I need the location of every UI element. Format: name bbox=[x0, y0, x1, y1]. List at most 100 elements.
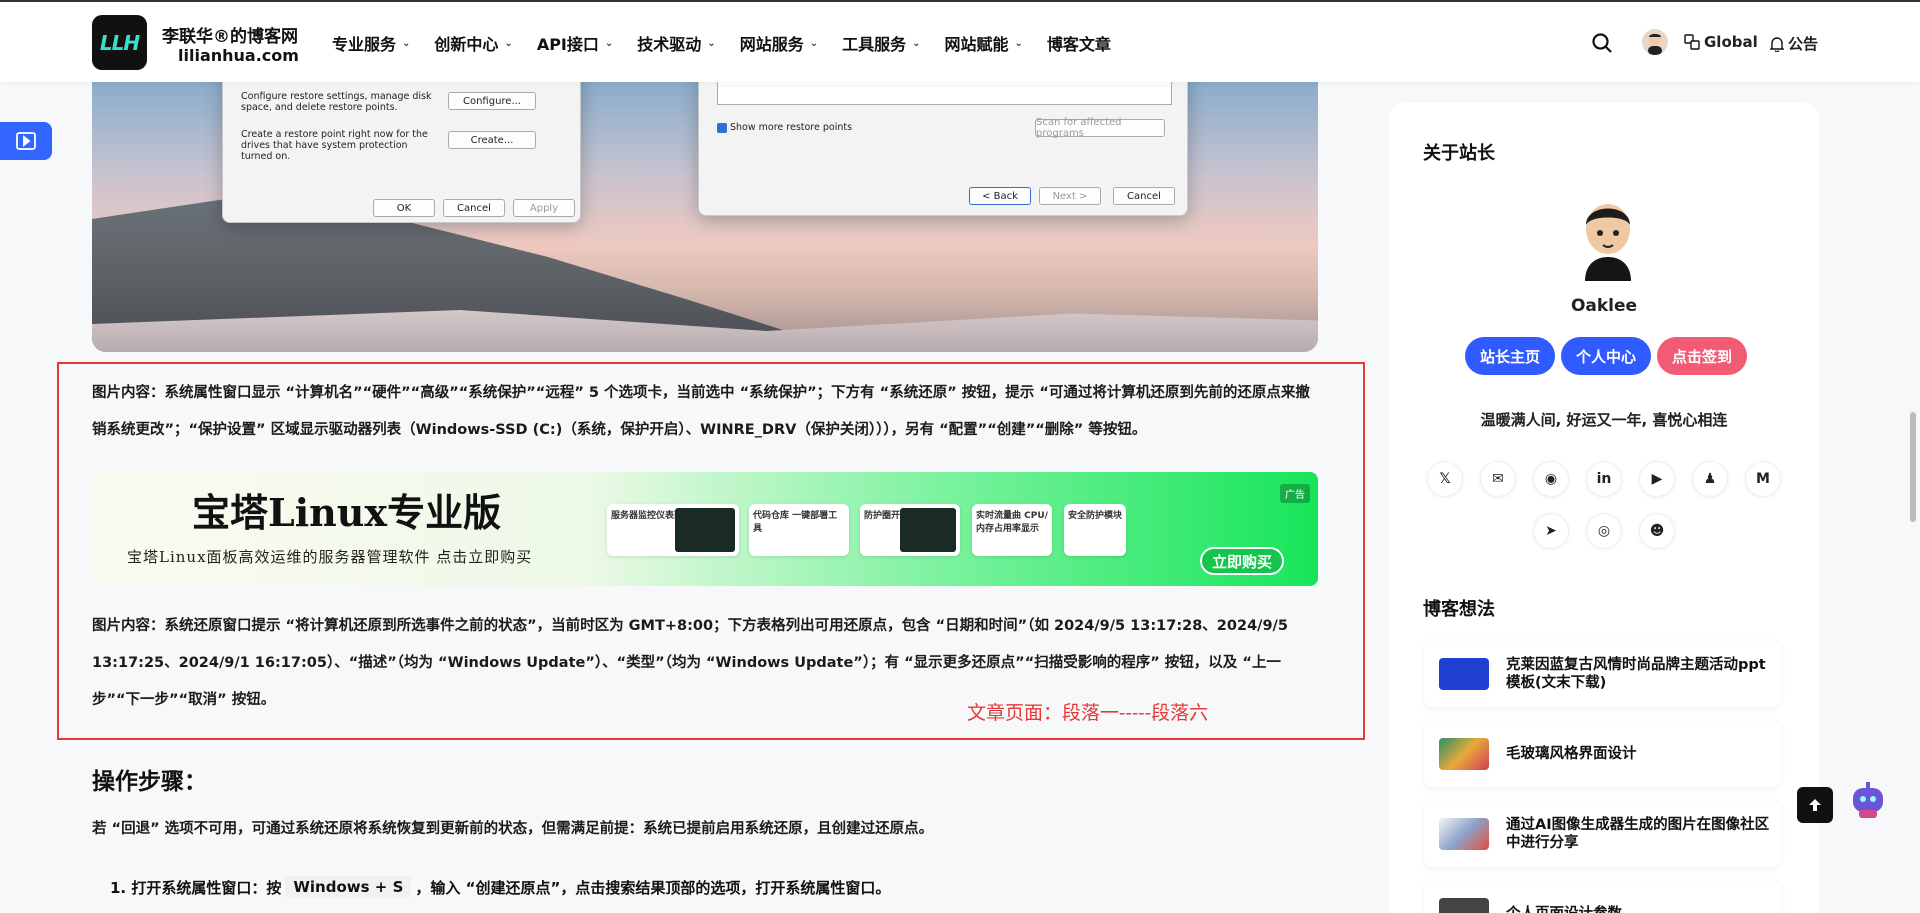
ok-button[interactable]: OK bbox=[373, 199, 435, 217]
nav-label: API接口 bbox=[536, 35, 599, 54]
nav-item-enable[interactable]: 网站赋能 ⌄ bbox=[945, 31, 1023, 55]
notice-link[interactable]: 公告 bbox=[1770, 33, 1818, 54]
nav-label: 技术驱动 bbox=[637, 35, 702, 54]
chevron-down-icon: ⌄ bbox=[809, 37, 819, 49]
ad-card-monitor: 服务器监控仪表面 bbox=[607, 504, 739, 556]
nav-item-innovation[interactable]: 创新中心 ⌄ bbox=[434, 31, 512, 55]
system-properties-dialog: Configure restore settings, manage disk … bbox=[222, 66, 581, 223]
nav-item-tech[interactable]: 技术驱动 ⌄ bbox=[637, 31, 715, 55]
post-thumbnail bbox=[1439, 818, 1489, 850]
blog-ideas-title: 博客想法 bbox=[1423, 599, 1495, 620]
next-button[interactable]: Next > bbox=[1039, 187, 1101, 205]
qq-icon[interactable]: ♟ bbox=[1692, 461, 1728, 497]
chevron-down-icon: ⌄ bbox=[707, 37, 716, 49]
ad-title: 宝塔Linux专业版 bbox=[192, 490, 502, 535]
apply-button[interactable]: Apply bbox=[513, 199, 575, 217]
back-to-top-button[interactable] bbox=[1797, 787, 1833, 823]
ad-banner[interactable]: 宝塔Linux专业版 宝塔Linux面板高效运维的服务器管理软件 点击立即购买 … bbox=[92, 472, 1318, 586]
author-buttons: 站长主页 个人中心 点击签到 bbox=[1465, 337, 1748, 375]
header-actions: Global 公告 bbox=[1590, 29, 1818, 55]
bell-icon bbox=[1770, 36, 1784, 52]
search-icon[interactable] bbox=[1590, 31, 1614, 55]
post-thumbnail bbox=[1439, 738, 1489, 770]
author-avatar[interactable] bbox=[1577, 195, 1639, 281]
post-card[interactable]: 克莱因蓝复古风情时尚品牌主题活动ppt模板(文末下载) bbox=[1424, 641, 1781, 707]
site-logo[interactable]: LLH bbox=[92, 15, 147, 70]
ad-tag: 广告 bbox=[1280, 484, 1310, 503]
screen-icon bbox=[900, 508, 956, 552]
medium-icon[interactable]: M bbox=[1745, 461, 1781, 497]
arrow-up-icon bbox=[1809, 799, 1821, 811]
nav-item-api[interactable]: API接口 ⌄ bbox=[537, 31, 613, 55]
site-domain[interactable]: lilianhua.com bbox=[178, 46, 299, 65]
user-avatar[interactable] bbox=[1642, 29, 1668, 55]
ad-card-guard: 防护圈开关 bbox=[860, 504, 960, 556]
chevron-down-icon: ⌄ bbox=[402, 37, 411, 49]
nav-item-blog[interactable]: 博客文章 bbox=[1047, 31, 1111, 55]
step-1: 1. 打开系统属性窗口：按 Windows + S ，输入 “创建还原点”，点击… bbox=[110, 876, 890, 898]
logo-text: LLH bbox=[99, 30, 140, 55]
floating-play-tab[interactable] bbox=[0, 122, 52, 160]
page-scrollbar[interactable] bbox=[1910, 412, 1916, 522]
play-icon bbox=[16, 132, 36, 150]
configure-text: Configure restore settings, manage disk … bbox=[241, 91, 432, 113]
youtube-icon[interactable]: ▶ bbox=[1639, 461, 1675, 497]
ad-card-label: 代码仓库 一键部署工具 bbox=[753, 511, 838, 534]
nav-label: 工具服务 bbox=[842, 35, 907, 54]
create-button[interactable]: Create... bbox=[448, 131, 536, 149]
telegram-icon[interactable]: ➤ bbox=[1533, 513, 1569, 549]
ad-card-label: 服务器监控仪表面 bbox=[611, 511, 684, 521]
post-thumbnail bbox=[1439, 898, 1489, 913]
post-card[interactable]: 个人页面设计参数 bbox=[1424, 881, 1781, 913]
post-card[interactable]: 通过AI图像生成器生成的图片在图像社区中进行分享 bbox=[1424, 801, 1781, 867]
chevron-down-icon: ⌄ bbox=[912, 37, 921, 49]
language-switch[interactable]: Global bbox=[1684, 33, 1758, 51]
nav-label: 网站服务 bbox=[739, 35, 804, 54]
homepage-button[interactable]: 站长主页 bbox=[1465, 337, 1556, 375]
ad-subtitle: 宝塔Linux面板高效运维的服务器管理软件 点击立即购买 bbox=[127, 548, 533, 566]
post-thumbnail bbox=[1439, 658, 1489, 690]
step-1-prefix: 1. 打开系统属性窗口：按 bbox=[110, 878, 282, 897]
show-more-checkbox[interactable]: Show more restore points bbox=[717, 122, 852, 133]
x-icon[interactable]: 𝕏 bbox=[1427, 461, 1463, 497]
post-title: 个人页面设计参数 bbox=[1506, 905, 1632, 913]
mail-icon[interactable]: ✉ bbox=[1480, 461, 1516, 497]
ad-card-label: 安全防护模块 bbox=[1068, 511, 1123, 521]
post-title: 通过AI图像生成器生成的图片在图像社区中进行分享 bbox=[1506, 817, 1770, 851]
chart-icon bbox=[675, 508, 735, 552]
chevron-down-icon: ⌄ bbox=[1014, 37, 1023, 49]
nav-item-pro-service[interactable]: 专业服务 ⌄ bbox=[332, 31, 410, 55]
site-name[interactable]: 李联华®的博客网 bbox=[162, 22, 298, 47]
ad-buy-button[interactable]: 立即购买 bbox=[1200, 547, 1284, 575]
translate-icon bbox=[1684, 34, 1700, 50]
checkin-button[interactable]: 点击签到 bbox=[1657, 337, 1748, 375]
chevron-down-icon: ⌄ bbox=[504, 37, 513, 49]
main-nav: 专业服务 ⌄ 创新中心 ⌄ API接口 ⌄ 技术驱动 ⌄ 网站服务 ⌄ 工具服务 ⌄ 网站赋… bbox=[332, 31, 1135, 55]
linkedin-icon[interactable]: in bbox=[1586, 461, 1622, 497]
show-more-label: Show more restore points bbox=[730, 122, 853, 133]
cancel-button[interactable]: Cancel bbox=[443, 199, 505, 217]
post-title: 毛玻璃风格界面设计 bbox=[1506, 746, 1637, 762]
nav-item-tools[interactable]: 工具服务 ⌄ bbox=[842, 31, 920, 55]
nav-label: 专业服务 bbox=[332, 35, 397, 54]
about-title: 关于站长 bbox=[1423, 143, 1495, 164]
restore-cancel-button[interactable]: Cancel bbox=[1113, 187, 1175, 205]
chatbot-icon[interactable] bbox=[1849, 780, 1887, 820]
nav-item-web-service[interactable]: 网站服务 ⌄ bbox=[740, 31, 818, 55]
shortcut-key: Windows + S bbox=[285, 876, 412, 898]
ad-card-traffic: 实时流量曲 CPU/内存占用率显示 bbox=[972, 504, 1052, 556]
system-restore-dialog: Show more restore points Scan for affect… bbox=[698, 66, 1188, 216]
article-image: Configure restore settings, manage disk … bbox=[92, 66, 1318, 352]
group-icon[interactable]: ☻ bbox=[1639, 513, 1675, 549]
back-button[interactable]: < Back bbox=[969, 187, 1031, 205]
configure-button[interactable]: Configure... bbox=[448, 92, 536, 110]
create-text: Create a restore point right now for the… bbox=[241, 129, 428, 162]
user-center-button[interactable]: 个人中心 bbox=[1561, 337, 1652, 375]
camera-icon[interactable]: ◎ bbox=[1586, 513, 1622, 549]
ad-card-repo: 代码仓库 一键部署工具 bbox=[749, 504, 849, 556]
post-card[interactable]: 毛玻璃风格界面设计 bbox=[1424, 721, 1781, 787]
notice-label: 公告 bbox=[1788, 35, 1819, 53]
author-name: Oaklee bbox=[1570, 296, 1638, 316]
scan-button[interactable]: Scan for affected programs bbox=[1035, 117, 1165, 139]
github-icon[interactable]: ◉ bbox=[1533, 461, 1569, 497]
